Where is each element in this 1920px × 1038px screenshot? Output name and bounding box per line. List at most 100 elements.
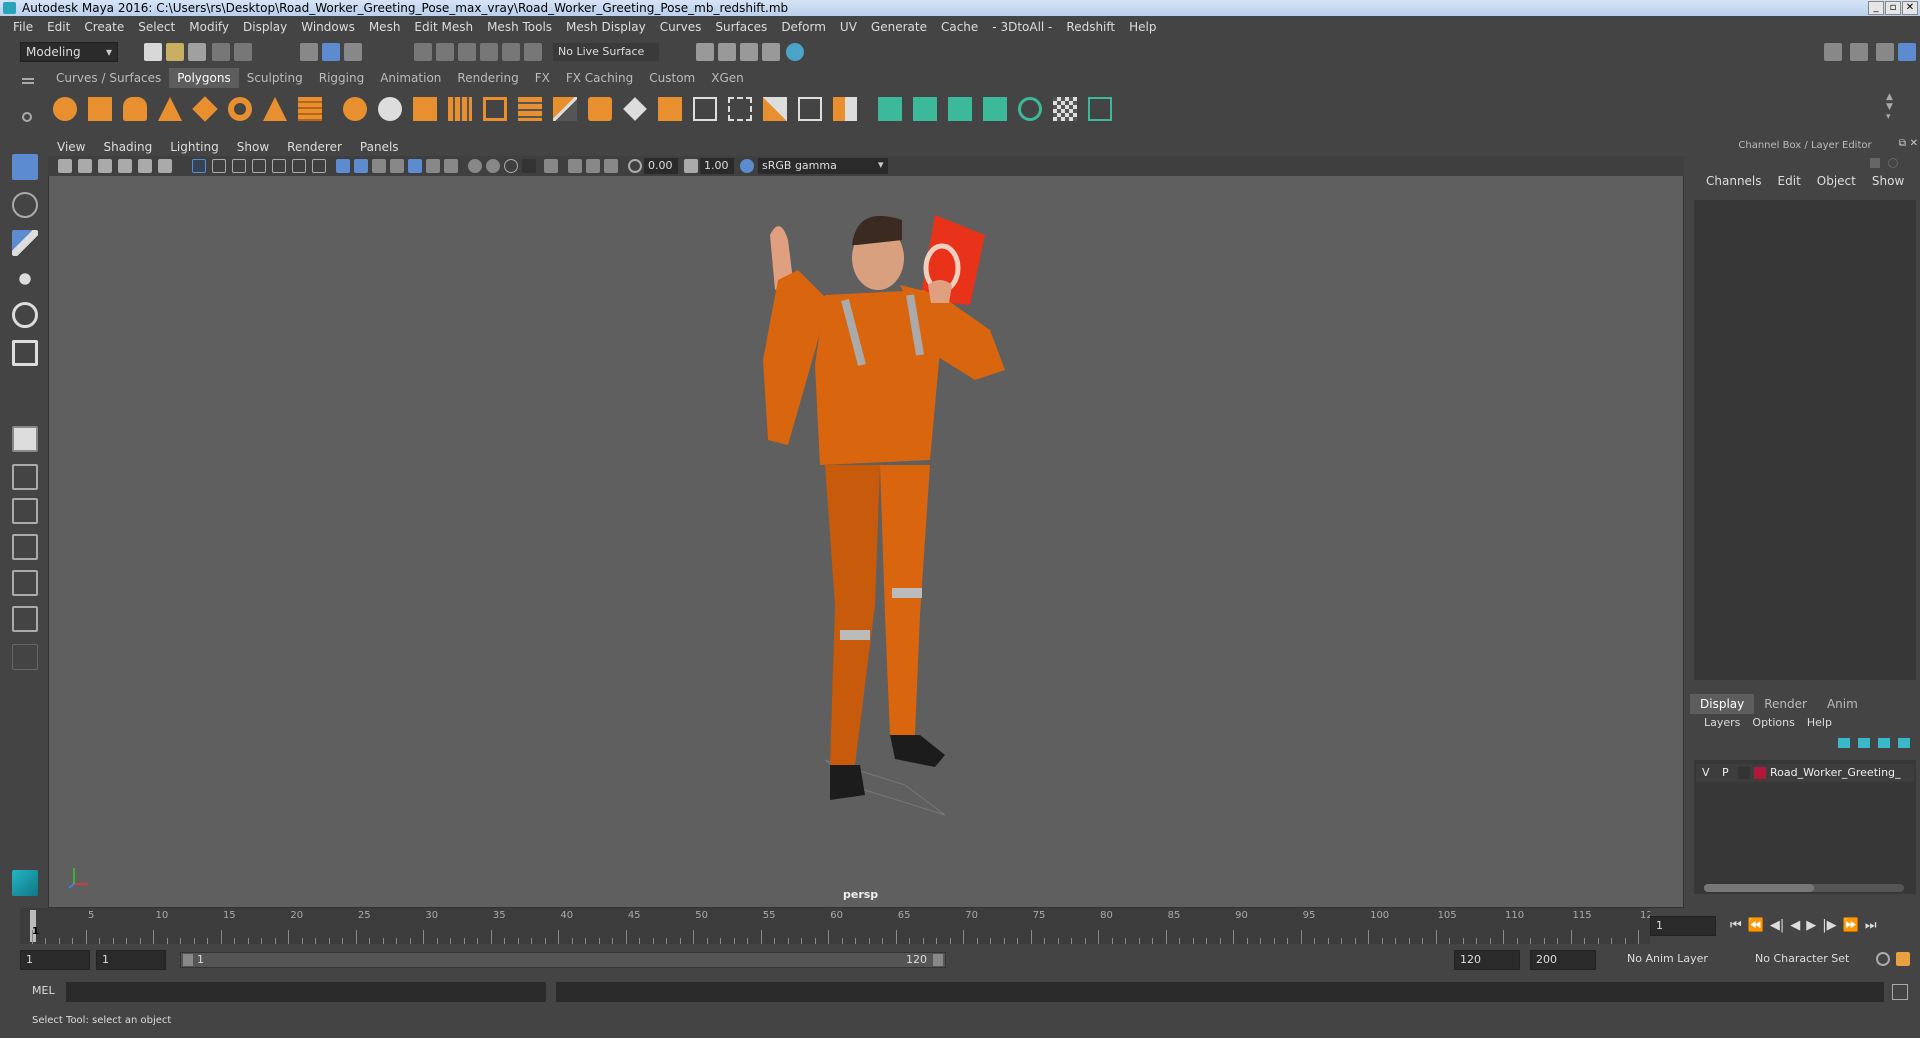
shelf-tab-custom[interactable]: Custom [641, 68, 703, 88]
range-slider[interactable]: 1 120 [180, 952, 946, 968]
layout-outliner-icon[interactable] [12, 534, 38, 560]
layer-color-swatch[interactable] [1754, 767, 1766, 779]
play-forwards-icon[interactable]: ▶ [1806, 918, 1816, 933]
float-panel-icon[interactable]: ⧉ [1899, 138, 1906, 149]
ipr-render-icon[interactable] [718, 43, 736, 61]
menu-select[interactable]: Select [131, 20, 182, 34]
two-d-pan-zoom-icon[interactable] [138, 159, 152, 173]
safe-action-icon[interactable] [292, 159, 306, 173]
step-back-frame-icon[interactable]: ◀| [1770, 918, 1784, 933]
menu-deform[interactable]: Deform [774, 20, 833, 34]
attribute-editor-icon[interactable] [1850, 43, 1868, 61]
layout-four-icon[interactable] [12, 464, 38, 490]
layer-tab-anim[interactable]: Anim [1817, 694, 1868, 714]
menu-help[interactable]: Help [1122, 20, 1163, 34]
channel-options-icon[interactable] [1870, 158, 1880, 168]
xray-components-icon[interactable] [604, 159, 618, 173]
viewport-menu-panels[interactable]: Panels [351, 138, 408, 156]
viewport-menu-lighting[interactable]: Lighting [161, 138, 228, 156]
select-object-icon[interactable] [322, 43, 340, 61]
menu-display[interactable]: Display [236, 20, 294, 34]
channel-menu-show[interactable]: Show [1864, 172, 1912, 190]
layer-row[interactable]: V P Road_Worker_Greeting_ [1696, 764, 1914, 782]
playback-end-field[interactable]: 120 [1454, 950, 1520, 970]
channel-menu-channels[interactable]: Channels [1698, 172, 1770, 190]
playback-start-field[interactable]: 1 [96, 950, 166, 970]
layer-menu-options[interactable]: Options [1746, 714, 1800, 732]
viewport-menu-view[interactable]: View [48, 138, 94, 156]
depth-of-field-icon[interactable] [522, 159, 536, 173]
viewport-menu-show[interactable]: Show [228, 138, 278, 156]
start-time-field[interactable]: 1 [20, 950, 90, 970]
redo-icon[interactable] [234, 43, 252, 61]
anim-layer-dropdown[interactable]: No Anim Layer [1622, 950, 1740, 970]
snap-live-icon[interactable] [502, 43, 520, 61]
viewport-menu-shading[interactable]: Shading [94, 138, 161, 156]
bridge-icon[interactable] [623, 97, 647, 121]
make-live-icon[interactable] [524, 43, 542, 61]
command-input[interactable] [66, 982, 546, 1002]
step-forward-key-icon[interactable]: ⏩ [1843, 918, 1859, 933]
rotate-icon[interactable] [12, 302, 38, 328]
current-frame-field[interactable]: 1 [1650, 916, 1716, 936]
menu-file[interactable]: File [6, 20, 40, 34]
isolate-select-icon[interactable] [544, 159, 558, 173]
menu-cache[interactable]: Cache [934, 20, 985, 34]
layer-name[interactable]: Road_Worker_Greeting_ [1770, 764, 1914, 782]
shelf-tab-sculpting[interactable]: Sculpting [239, 68, 311, 88]
shelf-scroll-icon[interactable]: ▲ ▼ ▾ [1886, 92, 1896, 126]
layout-hypershade-icon[interactable] [12, 606, 38, 632]
minimize-icon[interactable]: _ [1868, 1, 1884, 15]
layout-two-icon[interactable] [12, 498, 38, 524]
grid-icon[interactable] [192, 159, 206, 173]
shelf-tab-polygons[interactable]: Polygons [169, 68, 239, 88]
extrude-icon[interactable] [588, 97, 612, 121]
auto-key-icon[interactable] [1876, 952, 1890, 966]
menu-redshift[interactable]: Redshift [1059, 20, 1122, 34]
channel-list[interactable] [1694, 200, 1916, 680]
color-management-icon[interactable] [740, 159, 754, 173]
exposure-field[interactable]: 0.00 [644, 158, 678, 174]
menu-surfaces[interactable]: Surfaces [708, 20, 774, 34]
move-icon[interactable] [12, 266, 38, 292]
menu-generate[interactable]: Generate [864, 20, 934, 34]
maximize-icon[interactable]: ▫ [1885, 1, 1901, 15]
shelf-tab-fx-caching[interactable]: FX Caching [558, 68, 641, 88]
safe-title-icon[interactable] [312, 159, 326, 173]
append-polygon-icon[interactable] [658, 97, 682, 121]
menu-modify[interactable]: Modify [182, 20, 236, 34]
xray-icon[interactable] [568, 159, 582, 173]
shelf-tab-animation[interactable]: Animation [372, 68, 449, 88]
step-back-key-icon[interactable]: ⏪ [1748, 918, 1764, 933]
animation-preferences-icon[interactable] [1896, 952, 1910, 966]
poly-sphere-icon[interactable] [53, 97, 77, 121]
exposure-icon[interactable] [628, 159, 642, 173]
film-gate-icon[interactable] [212, 159, 226, 173]
layer-visibility-toggle[interactable]: V [1702, 764, 1710, 782]
poly-cube-icon[interactable] [88, 97, 112, 121]
layer-tab-display[interactable]: Display [1690, 694, 1755, 714]
paint-select-icon[interactable] [12, 230, 38, 256]
poly-pyramid-icon[interactable] [263, 97, 287, 121]
poly-cone-icon[interactable] [158, 97, 182, 121]
poly-plane-icon[interactable] [192, 96, 218, 122]
insert-edge-loop-icon[interactable] [693, 97, 717, 121]
gate-mask-icon[interactable] [252, 159, 266, 173]
view-transform-dropdown[interactable]: sRGB gamma [758, 158, 888, 174]
road-worker-model[interactable] [700, 190, 1080, 870]
channel-menu-object[interactable]: Object [1809, 172, 1864, 190]
shelf-menu-icon[interactable] [22, 72, 36, 130]
multi-cut-icon[interactable] [553, 97, 577, 121]
shadows-icon[interactable] [444, 159, 458, 173]
layout-graph-icon[interactable] [12, 570, 38, 596]
channel-box-toggle-icon[interactable] [1898, 43, 1916, 61]
camera-attributes-icon[interactable] [78, 159, 92, 173]
mirror-icon[interactable] [483, 97, 507, 121]
shelf-tab-fx[interactable]: FX [527, 68, 558, 88]
undo-icon[interactable] [212, 43, 230, 61]
play-backwards-icon[interactable]: ◀ [1790, 918, 1800, 933]
move-layer-down-icon[interactable] [1858, 738, 1870, 748]
uv-editor-icon[interactable] [1088, 97, 1112, 121]
menu-3dtoall[interactable]: - 3DtoAll - [985, 20, 1059, 34]
close-icon[interactable]: ✕ [1902, 1, 1918, 15]
